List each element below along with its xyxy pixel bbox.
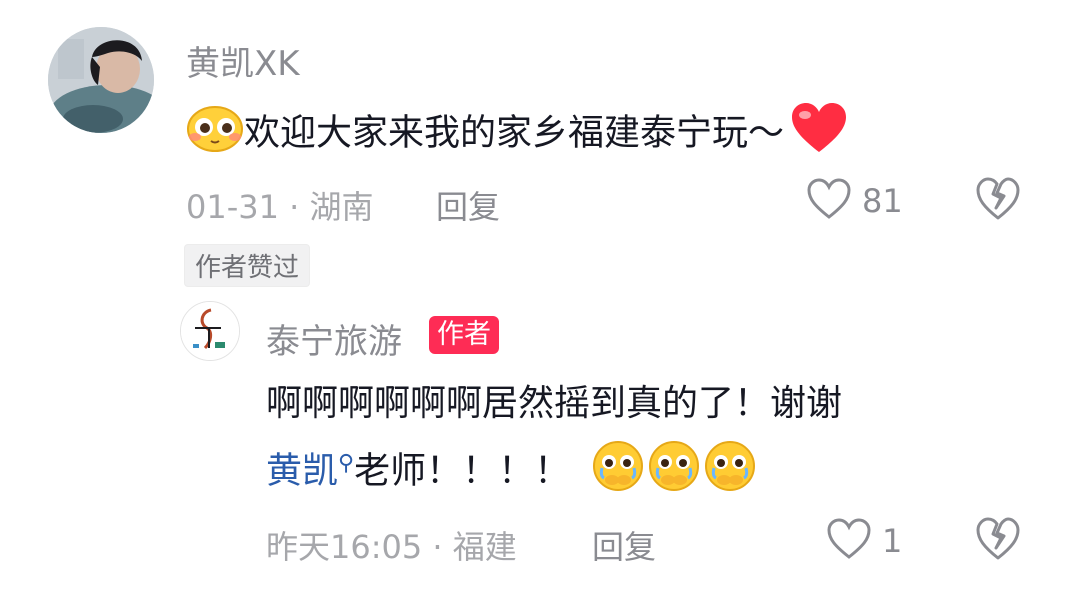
like-count: 81 — [862, 182, 903, 220]
avatar[interactable] — [48, 27, 154, 133]
avatar-photo — [48, 27, 154, 133]
search-icon: ⚲ — [338, 451, 355, 476]
author-tag: 作者 — [429, 316, 499, 354]
taining-logo-icon — [181, 302, 239, 360]
reply-text-line2: 老师！！！！ — [354, 450, 571, 492]
comment-date-location: 01-31 · 湖南 — [186, 188, 374, 226]
broken-heart-icon — [976, 517, 1020, 560]
reply-date-location: 昨天16:05 · 福建 — [266, 528, 517, 566]
reply-username[interactable]: 泰宁旅游 — [266, 314, 402, 363]
reply-button[interactable]: 回复 — [436, 182, 500, 228]
reply-like-count: 1 — [882, 522, 903, 560]
heart-outline-icon — [827, 518, 871, 559]
comment-text: 欢迎大家来我的家乡福建泰宁玩～ — [244, 112, 785, 154]
pleading-face-icon — [646, 440, 702, 505]
comment-username[interactable]: 黄凯XK — [186, 36, 300, 85]
red-heart-icon — [790, 102, 848, 167]
mention-link[interactable]: 黄凯 — [266, 451, 338, 492]
reply-dislike-button[interactable] — [974, 516, 1022, 566]
broken-heart-icon — [976, 177, 1020, 220]
pleading-face-icon — [590, 440, 646, 505]
pleading-face-icon — [702, 440, 758, 505]
reply-like-button[interactable] — [826, 517, 872, 565]
blushing-face-icon — [186, 103, 244, 166]
like-button[interactable] — [806, 177, 852, 225]
reply-text-line2-row: 黄凯⚲老师！！！！ — [266, 440, 758, 505]
dislike-button[interactable] — [974, 176, 1022, 226]
heart-outline-icon — [807, 178, 851, 219]
comment-text-row: 欢迎大家来我的家乡福建泰宁玩～ — [186, 102, 848, 167]
reply-reply-button[interactable]: 回复 — [592, 522, 656, 568]
reply-text-line1: 啊啊啊啊啊啊居然摇到真的了！谢谢 — [266, 383, 843, 424]
reply-avatar[interactable] — [180, 301, 240, 361]
author-liked-badge: 作者赞过 — [184, 244, 311, 287]
